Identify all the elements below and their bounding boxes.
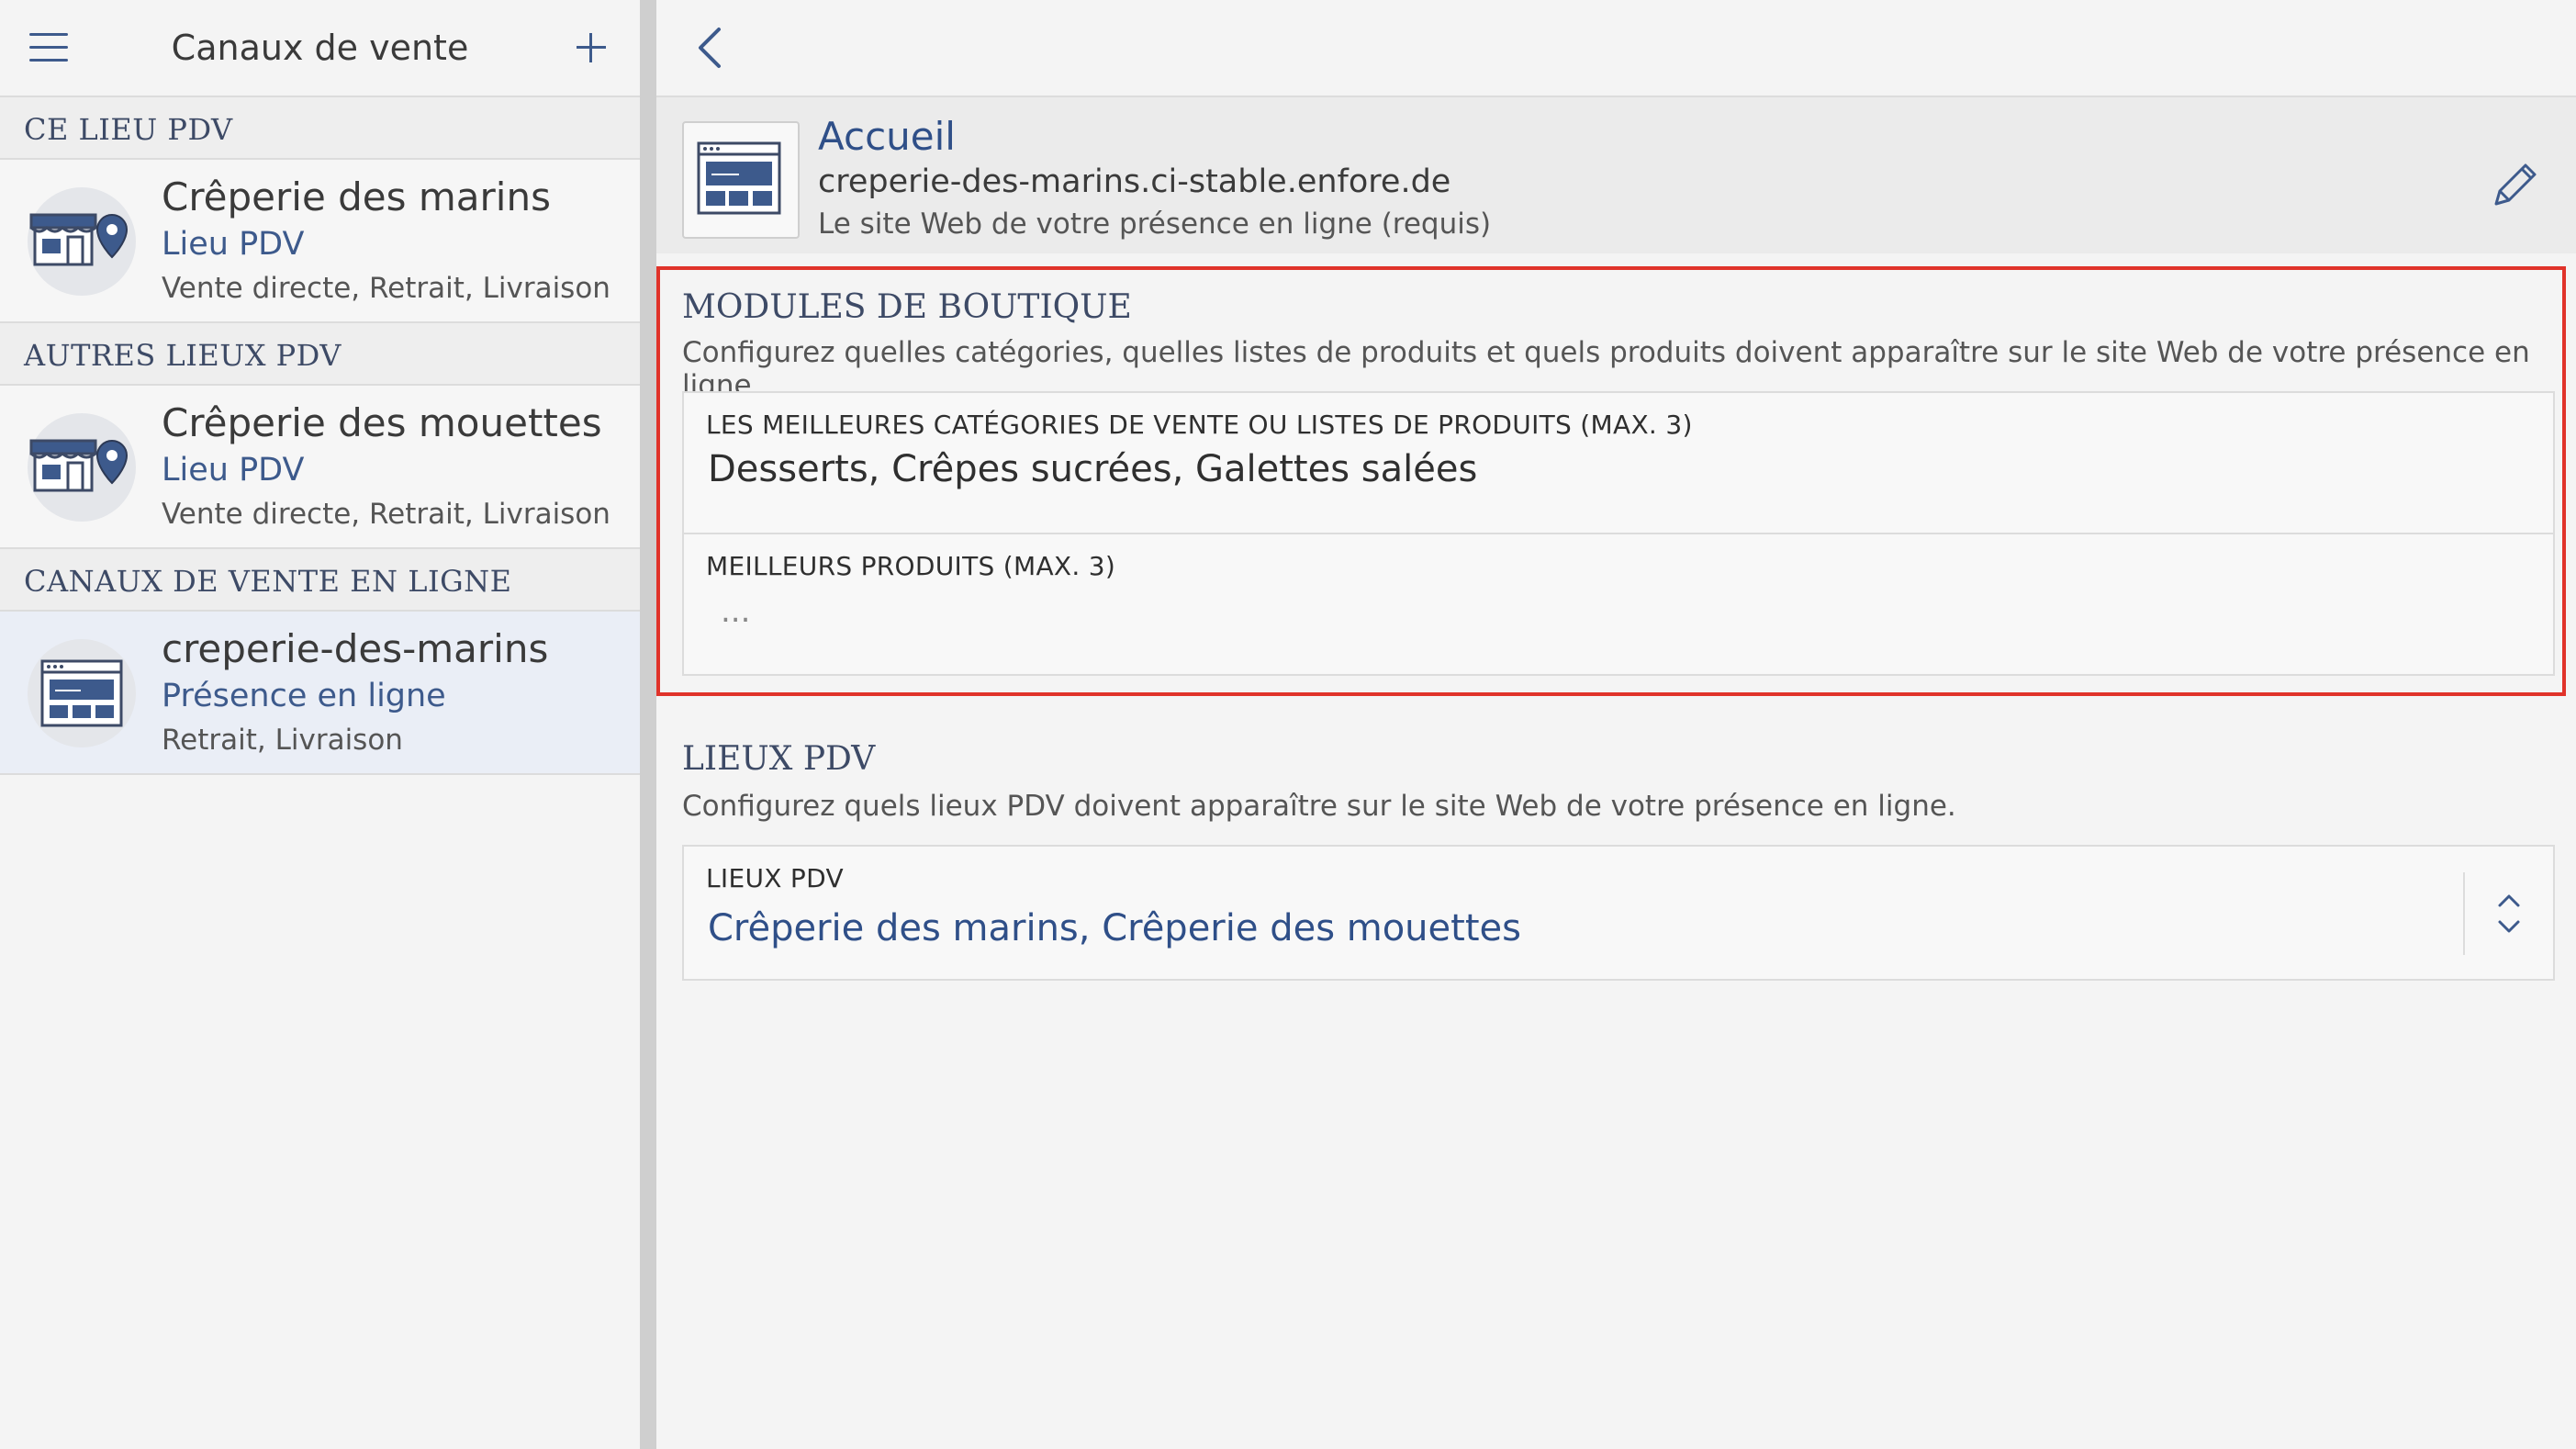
- channel-type: Lieu PDV: [162, 452, 305, 489]
- channel-type: Présence en ligne: [162, 678, 446, 714]
- top-categories-field[interactable]: LES MEILLEURES CATÉGORIES DE VENTE OU LI…: [682, 391, 2555, 534]
- channel-item-creperie-des-mouettes[interactable]: Crêperie des mouettes Lieu PDV Vente dir…: [0, 386, 640, 549]
- channel-detail-panel: Accueil creperie-des-marins.ci-stable.en…: [656, 0, 2576, 1449]
- store-location-icon: [28, 413, 136, 522]
- home-description: Le site Web de votre présence en ligne (…: [818, 208, 1492, 241]
- shop-modules-section: MODULES DE BOUTIQUE Configurez quelles c…: [656, 266, 2566, 696]
- sidebar-topbar: Canaux de vente: [0, 0, 640, 97]
- section-header-online-channels: CANAUX DE VENTE EN LIGNE: [0, 549, 640, 612]
- top-products-value: ...: [721, 593, 751, 630]
- website-icon: [28, 639, 136, 747]
- section-header-label: AUTRES LIEUX PDV: [24, 338, 342, 373]
- detail-topbar: [656, 0, 2576, 97]
- top-categories-value: Desserts, Crêpes sucrées, Galettes salée…: [708, 448, 1478, 490]
- channel-item-creperie-des-marins[interactable]: Crêperie des marins Lieu PDV Vente direc…: [0, 160, 640, 323]
- sales-channels-sidebar: Canaux de vente CE LIEU PDV Crêperie des…: [0, 0, 640, 1449]
- add-channel-icon[interactable]: [571, 28, 611, 68]
- channel-type: Lieu PDV: [162, 226, 305, 263]
- pos-locations-description: Configurez quels lieux PDV doivent appar…: [682, 790, 1956, 823]
- section-header-label: CANAUX DE VENTE EN LIGNE: [24, 564, 512, 599]
- pos-locations-title: LIEUX PDV: [682, 740, 876, 778]
- home-url: creperie-des-marins.ci-stable.enfore.de: [818, 163, 1451, 200]
- store-location-icon: [28, 187, 136, 296]
- channel-modes: Vente directe, Retrait, Livraison: [162, 498, 610, 531]
- pencil-edit-icon[interactable]: [2485, 156, 2544, 215]
- section-header-other-locations: AUTRES LIEUX PDV: [0, 323, 640, 386]
- chevron-up-down-icon[interactable]: [2463, 872, 2553, 955]
- sidebar-title: Canaux de vente: [171, 28, 469, 68]
- section-header-label: CE LIEU PDV: [24, 112, 233, 147]
- channel-item-creperie-des-marins-online[interactable]: creperie-des-marins Présence en ligne Re…: [0, 612, 640, 775]
- channel-name: creperie-des-marins: [162, 626, 549, 671]
- pos-locations-value: Crêperie des marins, Crêperie des mouett…: [708, 907, 1521, 949]
- home-title: Accueil: [818, 114, 956, 159]
- website-icon: [682, 121, 800, 239]
- section-header-this-location: CE LIEU PDV: [0, 97, 640, 160]
- back-chevron-icon[interactable]: [693, 26, 730, 70]
- top-products-field[interactable]: MEILLEURS PRODUITS (MAX. 3) ...: [682, 533, 2555, 676]
- panel-divider[interactable]: [640, 0, 656, 1449]
- channel-name: Crêperie des mouettes: [162, 400, 602, 445]
- home-page-card[interactable]: Accueil creperie-des-marins.ci-stable.en…: [656, 97, 2576, 253]
- channel-modes: Retrait, Livraison: [162, 724, 403, 757]
- channel-name: Crêperie des marins: [162, 174, 551, 219]
- top-products-label: MEILLEURS PRODUITS (MAX. 3): [706, 551, 1116, 581]
- pos-locations-select[interactable]: LIEUX PDV Crêperie des marins, Crêperie …: [682, 845, 2555, 981]
- pos-locations-label: LIEUX PDV: [706, 863, 844, 893]
- shop-modules-title: MODULES DE BOUTIQUE: [682, 288, 1132, 326]
- top-categories-label: LES MEILLEURES CATÉGORIES DE VENTE OU LI…: [706, 410, 1693, 440]
- channel-modes: Vente directe, Retrait, Livraison: [162, 272, 610, 305]
